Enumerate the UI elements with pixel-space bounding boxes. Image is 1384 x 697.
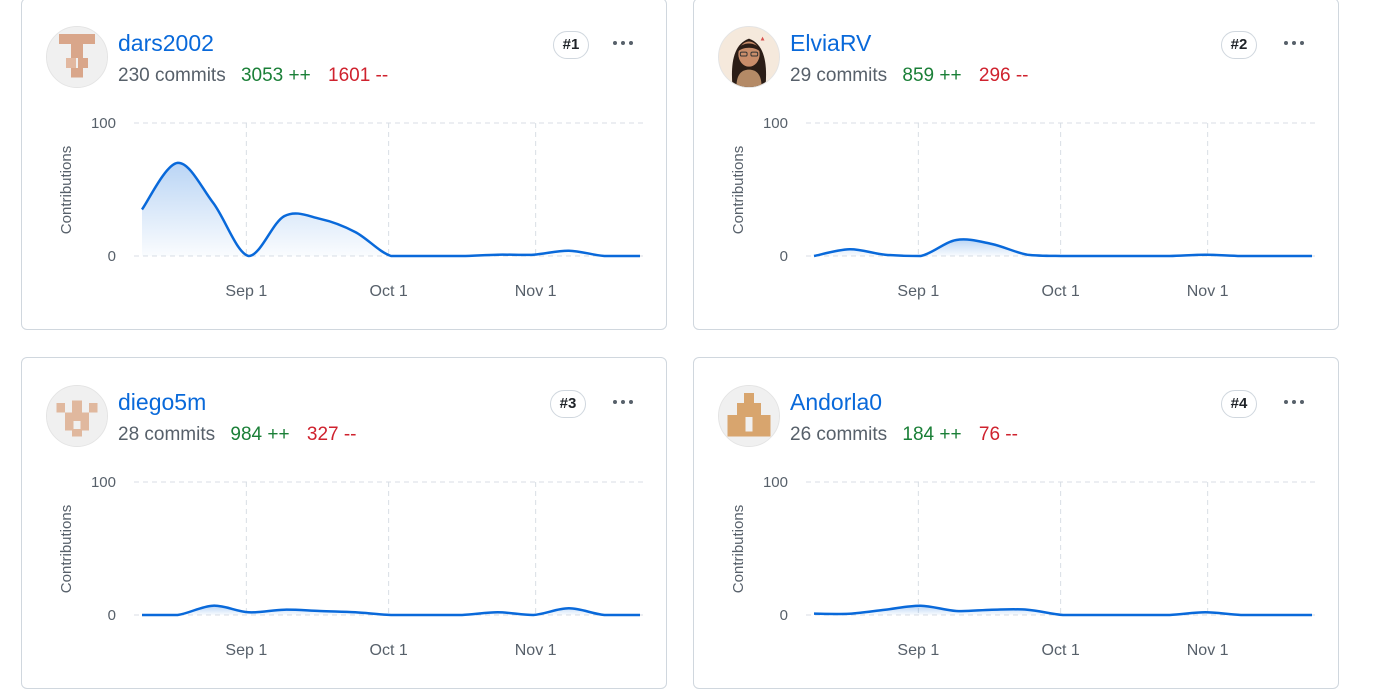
y-axis-label: Contributions — [58, 146, 75, 234]
contributor-card: Andorla0 26 commits 184 ++ 76 -- #4 100 0… — [693, 357, 1339, 689]
x-tick-label: Nov 1 — [515, 642, 557, 659]
contributor-card: ElviaRV 29 commits 859 ++ 296 -- #2 100 0… — [693, 0, 1339, 330]
x-tick-label: Oct 1 — [1042, 283, 1080, 300]
x-tick-label: Oct 1 — [1042, 642, 1080, 659]
x-tick-label: Sep 1 — [897, 642, 939, 659]
contribution-line — [813, 238, 1312, 258]
x-tick-label: Sep 1 — [897, 283, 939, 300]
x-tick-label: Oct 1 — [370, 642, 408, 659]
y-axis-label: Contributions — [730, 146, 747, 234]
x-tick-label: Oct 1 — [370, 283, 408, 300]
contribution-chart: 100 0 Sep 1 Oct 1 Nov 1 Contributions — [730, 115, 1316, 300]
y-axis-label: Contributions — [730, 505, 747, 593]
y-tick-label: 0 — [108, 607, 116, 624]
contribution-area — [814, 239, 1312, 256]
y-tick-label: 100 — [763, 474, 788, 491]
y-tick-label: 0 — [108, 248, 116, 265]
x-tick-label: Sep 1 — [225, 642, 267, 659]
y-tick-label: 100 — [91, 115, 116, 132]
contributor-card: diego5m 28 commits 984 ++ 327 -- #3 100 0… — [21, 357, 667, 689]
x-tick-label: Nov 1 — [1187, 283, 1229, 300]
y-tick-label: 100 — [91, 474, 116, 491]
x-tick-label: Nov 1 — [1187, 642, 1229, 659]
x-tick-label: Sep 1 — [225, 283, 267, 300]
contribution-area — [142, 605, 640, 615]
contribution-chart: 100 0 Sep 1 Oct 1 Nov 1 Contributions — [58, 474, 644, 659]
x-tick-label: Nov 1 — [515, 283, 557, 300]
contributor-card: dars2002 230 commits 3053 ++ 1601 -- #1 … — [21, 0, 667, 330]
y-tick-label: 0 — [780, 607, 788, 624]
contribution-chart: 100 0 Sep 1 Oct 1 Nov 1 Contributions — [58, 115, 644, 300]
y-axis-label: Contributions — [58, 505, 75, 593]
y-tick-label: 0 — [780, 248, 788, 265]
y-tick-label: 100 — [763, 115, 788, 132]
contribution-chart: 100 0 Sep 1 Oct 1 Nov 1 Contributions — [730, 474, 1316, 659]
